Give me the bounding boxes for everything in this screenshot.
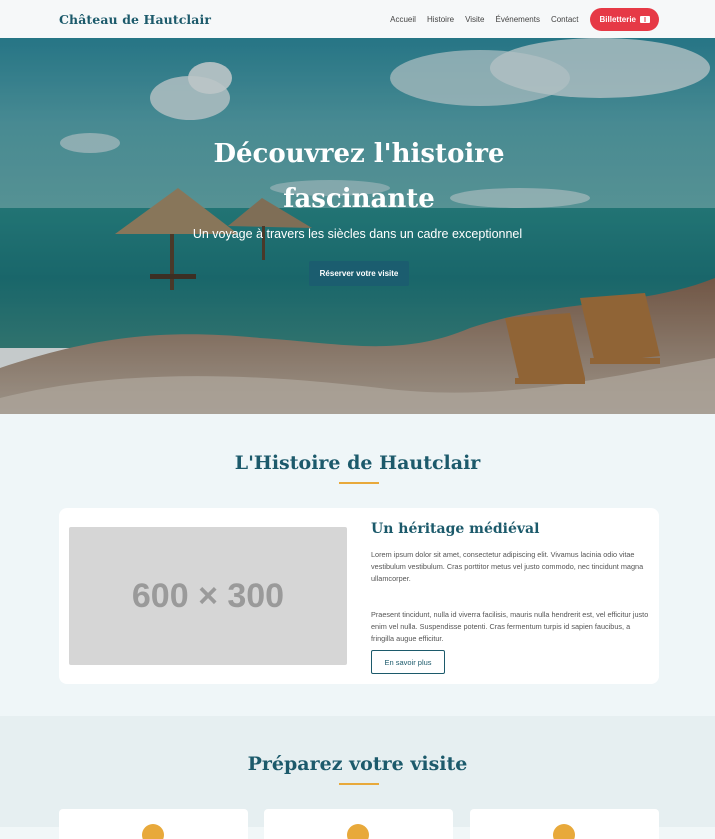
visit-card-2: [264, 809, 453, 839]
section-title-underline: [339, 783, 379, 785]
card-title: Un héritage médiéval: [371, 521, 540, 537]
history-card: 600 × 300 Un héritage médiéval Lorem ips…: [59, 508, 659, 684]
ticket-icon: [640, 15, 650, 23]
navbar: Château de Hautclair Accueil Histoire Vi…: [0, 0, 715, 38]
hero-section: Découvrez l'histoire fascinante Un voyag…: [0, 38, 715, 414]
visit-card-icon: [347, 824, 369, 839]
nav-link-evenements[interactable]: Événements: [495, 15, 539, 24]
visit-card-3: [470, 809, 659, 839]
visit-card-icon: [553, 824, 575, 839]
hero-overlay: [0, 38, 715, 414]
visit-card-1: [59, 809, 248, 839]
main-menu: Accueil Histoire Visite Événements Conta…: [390, 7, 659, 31]
ticket-button-label: Billetterie: [599, 14, 636, 24]
section-title-underline: [339, 482, 379, 484]
history-section-title: L'Histoire de Hautclair: [234, 452, 481, 474]
visit-card-icon: [142, 824, 164, 839]
hero-title: Découvrez l'histoire fascinante: [213, 139, 505, 214]
site-brand[interactable]: Château de Hautclair: [59, 12, 211, 27]
card-paragraph-2: Praesent tincidunt, nulla id viverra fac…: [371, 610, 649, 644]
image-placeholder: 600 × 300: [69, 527, 347, 665]
visit-section: Préparez votre visite: [0, 716, 715, 839]
history-section: L'Histoire de Hautclair 600 × 300 Un hér…: [0, 414, 715, 716]
nav-link-visite[interactable]: Visite: [465, 15, 484, 24]
hero-subtitle: Un voyage à travers les siècles dans un …: [192, 227, 523, 241]
nav-link-contact[interactable]: Contact: [551, 15, 579, 24]
book-visit-button[interactable]: Réserver votre visite: [309, 261, 409, 286]
nav-link-histoire[interactable]: Histoire: [427, 15, 454, 24]
ticket-button[interactable]: Billetterie: [589, 7, 659, 31]
learn-more-button[interactable]: En savoir plus: [371, 650, 445, 674]
card-paragraph-1: Lorem ipsum dolor sit amet, consectetur …: [371, 550, 644, 584]
visit-section-title: Préparez votre visite: [247, 753, 468, 775]
nav-link-accueil[interactable]: Accueil: [390, 15, 416, 24]
